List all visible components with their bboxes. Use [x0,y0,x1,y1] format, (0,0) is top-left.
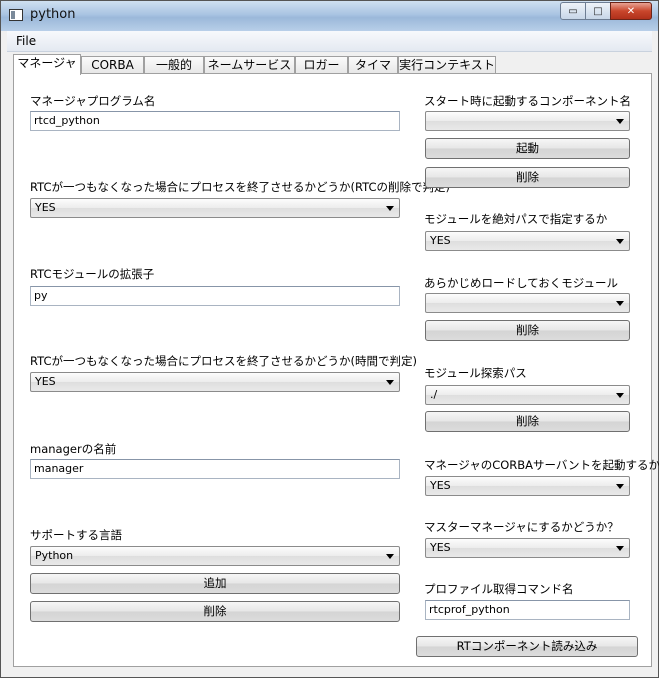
manager-name-input[interactable]: manager [30,459,400,479]
tab-general[interactable]: 一般的 [144,56,204,74]
app-icon [9,9,23,21]
rtc-module-ext-input[interactable]: py [30,286,400,306]
startup-component-select[interactable] [425,111,630,131]
master-manager-select[interactable]: YES [425,538,630,558]
window-title: python [30,7,76,22]
close-button[interactable]: ✕ [610,2,652,20]
tab-timer[interactable]: タイマ [348,56,398,74]
app-window: python ▭ □ ✕ File マネージャ CORBA 一般的 ネームサービ… [0,0,659,678]
corba-servant-label: マネージャのCORBAサーバントを起動するか [424,458,659,472]
delete-preload-button[interactable]: 削除 [425,320,630,341]
rtc-module-ext-label: RTCモジュールの拡張子 [30,267,155,281]
startup-component-label: スタート時に起動するコンポーネント名 [424,94,631,108]
master-manager-label: マスターマネージャにするかどうか？ [424,520,619,534]
minimize-button[interactable]: ▭ [560,2,586,20]
shutdown-on-time-select[interactable]: YES [30,372,400,392]
title-bar[interactable]: python ▭ □ ✕ [1,1,658,31]
chevron-down-icon [616,239,624,244]
shutdown-on-time-value: YES [35,375,56,388]
corba-servant-value: YES [430,479,451,492]
delete-startup-button[interactable]: 削除 [425,167,630,188]
chevron-down-icon [616,393,624,398]
chevron-down-icon [386,206,394,211]
search-path-value: ./ [430,388,438,401]
profile-cmd-label: プロファイル取得コマンド名 [424,582,574,596]
maximize-button[interactable]: □ [585,2,611,20]
supported-lang-value: Python [35,549,74,562]
corba-servant-select[interactable]: YES [425,476,630,496]
search-path-label: モジュール探索パス [424,366,527,380]
preload-label: あらかじめロードしておくモジュール [424,276,619,290]
profile-cmd-input[interactable]: rtcprof_python [425,600,630,620]
minimize-icon: ▭ [568,5,578,17]
tab-manager[interactable]: マネージャ [13,54,81,75]
menu-file[interactable]: File [16,34,36,48]
master-manager-value: YES [430,541,451,554]
shutdown-on-rtc-deletion-select[interactable]: YES [30,198,400,218]
maximize-icon: □ [593,5,603,17]
search-path-select[interactable]: ./ [425,385,630,405]
chevron-down-icon [616,301,624,306]
tab-naming-service[interactable]: ネームサービス [204,56,295,74]
manager-panel: マネージャプログラム名 rtcd_python RTCが一つもなくなった場合にプ… [13,73,659,667]
shutdown-on-rtc-deletion-label: RTCが一つもなくなった場合にプロセスを終了させるかどうか(RTCの削除で判定) [30,180,451,194]
chevron-down-icon [616,546,624,551]
delete-search-path-button[interactable]: 削除 [425,411,630,432]
delete-lang-button[interactable]: 削除 [30,601,400,622]
abs-path-value: YES [430,234,451,247]
chevron-down-icon [386,380,394,385]
tab-corba[interactable]: CORBA [81,56,144,74]
abs-path-select[interactable]: YES [425,231,630,251]
manager-name-label: managerの名前 [30,442,117,456]
add-lang-button[interactable]: 追加 [30,573,400,594]
abs-path-label: モジュールを絶対パスで指定するか [424,212,608,226]
chevron-down-icon [616,484,624,489]
shutdown-on-time-label: RTCが一つもなくなった場合にプロセスを終了させるかどうか(時間で判定) [30,354,418,368]
tab-logger[interactable]: ロガー [295,56,348,74]
manager-program-label: マネージャプログラム名 [30,94,156,108]
menu-bar: File [7,31,652,52]
load-rt-component-button[interactable]: RTコンポーネント読み込み [416,636,638,657]
chevron-down-icon [386,554,394,559]
launch-button[interactable]: 起動 [425,138,630,159]
preload-select[interactable] [425,293,630,313]
tab-execution-context[interactable]: 実行コンテキスト [398,56,496,74]
supported-lang-label: サポートする言語 [30,528,122,542]
close-icon: ✕ [626,5,636,17]
supported-lang-select[interactable]: Python [30,546,400,566]
chevron-down-icon [616,119,624,124]
shutdown-on-rtc-deletion-value: YES [35,201,56,214]
manager-program-input[interactable]: rtcd_python [30,111,400,131]
